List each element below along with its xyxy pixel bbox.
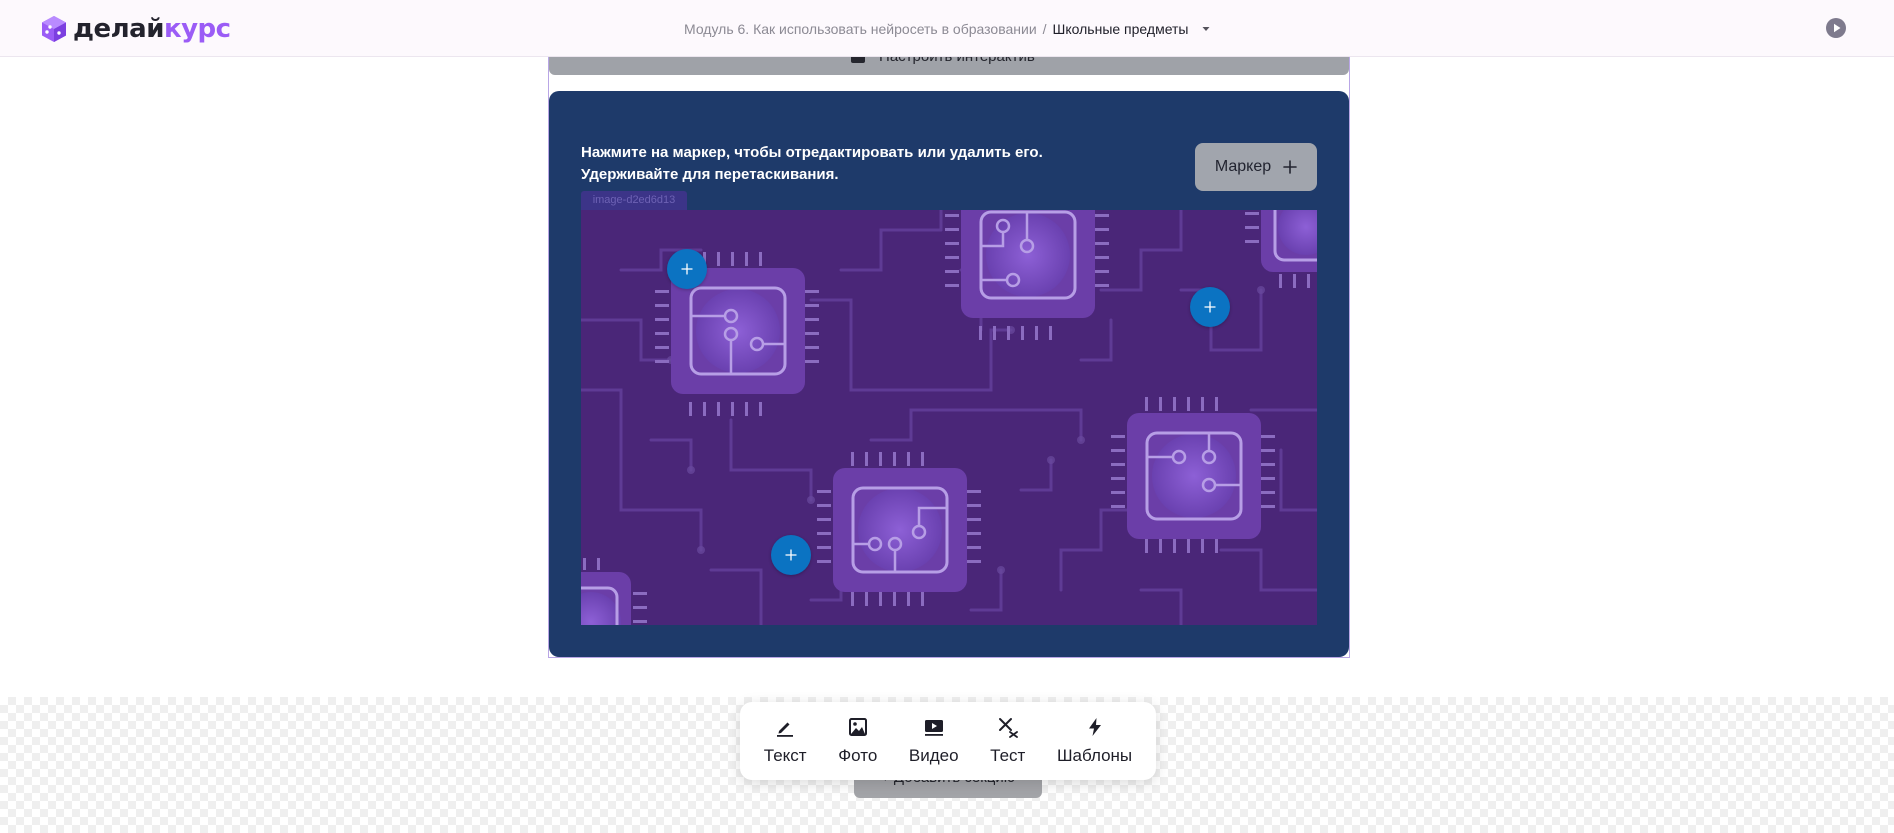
tool-photo[interactable]: Фото	[838, 716, 877, 766]
logo-text: делайкурс	[73, 14, 231, 44]
breadcrumb-current[interactable]: Школьные предметы	[1053, 19, 1189, 39]
tool-test-label: Тест	[990, 746, 1026, 765]
image-marker-2[interactable]	[1190, 287, 1230, 327]
tool-photo-label: Фото	[838, 746, 878, 765]
instruction-line-2: Удерживайте для перетаскивания.	[581, 166, 839, 183]
tool-templates-label: Шаблоны	[1056, 746, 1133, 765]
plus-icon	[1204, 301, 1216, 313]
lightning-icon	[1088, 718, 1101, 736]
top-header: делайкурс Модуль 6. Как использовать ней…	[0, 0, 1894, 57]
tool-test[interactable]: Тест	[990, 716, 1025, 766]
image-id-tag: image-d2ed6d13	[581, 191, 687, 210]
insert-toolbar: Текст Фото Видео Тест Шаблоны	[740, 702, 1156, 780]
tool-templates[interactable]: Шаблоны	[1057, 716, 1132, 766]
breadcrumb-module[interactable]: Модуль 6. Как использовать нейросеть в о…	[684, 19, 1037, 39]
plus-icon	[1283, 160, 1297, 174]
chevron-down-icon[interactable]	[1201, 24, 1211, 34]
image-icon	[848, 718, 867, 736]
video-icon	[924, 720, 943, 736]
tool-video-label: Видео	[908, 746, 959, 765]
play-icon[interactable]	[1826, 18, 1846, 38]
instructions-text: Нажмите на маркер, чтобы отредактировать…	[581, 142, 1081, 186]
pencil-icon	[777, 722, 794, 737]
logo[interactable]: делайкурс	[41, 14, 231, 44]
add-marker-button[interactable]: Маркер	[1195, 143, 1317, 191]
configure-interactive-label: Настроить интерактив	[879, 57, 1035, 67]
plus-icon	[681, 263, 693, 275]
tool-video[interactable]: Видео	[909, 716, 959, 766]
puzzle-icon	[851, 57, 865, 63]
tool-text[interactable]: Текст	[764, 716, 807, 766]
logo-text-part1: делай	[73, 14, 164, 44]
breadcrumb-separator: /	[1042, 21, 1047, 37]
logo-text-part2: курс	[163, 14, 231, 44]
image-marker-1[interactable]	[667, 249, 707, 289]
interactive-image[interactable]	[581, 210, 1317, 625]
logo-cube-icon	[42, 16, 66, 42]
configure-interactive-button[interactable]: Настроить интерактив	[549, 57, 1349, 75]
breadcrumb: Модуль 6. Как использовать нейросеть в о…	[684, 19, 1211, 39]
image-marker-3[interactable]	[771, 535, 811, 575]
add-marker-label: Маркер	[1214, 158, 1272, 175]
plus-icon	[785, 549, 797, 561]
instruction-line-1: Нажмите на маркер, чтобы отредактировать…	[581, 144, 1043, 161]
tool-text-label: Текст	[763, 746, 807, 765]
test-icon	[998, 718, 1018, 738]
